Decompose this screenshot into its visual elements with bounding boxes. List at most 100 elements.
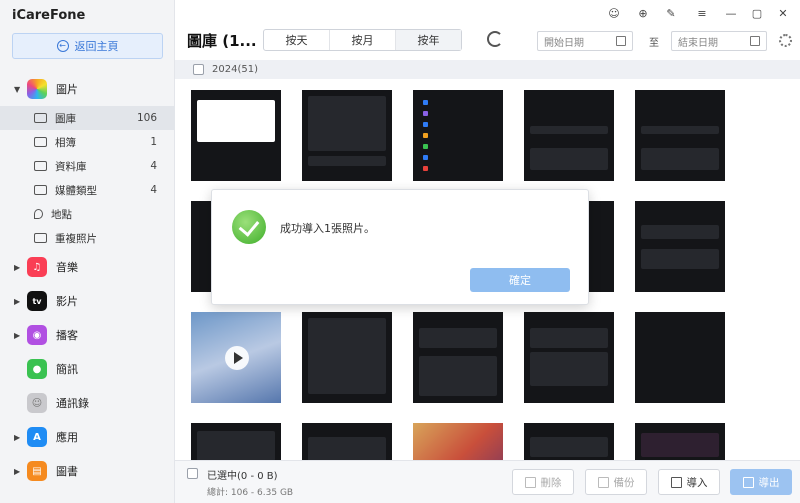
sidebar-item-messages[interactable]: ● 簡訊 xyxy=(0,352,175,386)
back-home-button[interactable]: ← 返回主頁 xyxy=(12,33,163,59)
sidebar-subitem-label: 重複照片 xyxy=(55,232,97,245)
sidebar-item-label: 通訊錄 xyxy=(56,397,89,410)
photo-thumbnail[interactable] xyxy=(524,312,614,403)
gear-icon[interactable] xyxy=(779,34,792,47)
app-title: iCareFone xyxy=(12,8,86,23)
start-date-input[interactable]: 開始日期 xyxy=(537,31,633,51)
backup-button[interactable]: 備份 xyxy=(585,469,647,495)
back-home-label: 返回主頁 xyxy=(74,40,119,53)
photo-thumbnail[interactable] xyxy=(635,90,725,181)
select-year-checkbox[interactable] xyxy=(193,64,204,75)
import-button[interactable]: 導入 xyxy=(658,469,720,495)
start-date-placeholder: 開始日期 xyxy=(544,37,584,49)
sidebar-item-label: 影片 xyxy=(56,295,78,308)
select-all-checkbox[interactable] xyxy=(187,468,198,479)
sidebar-item-books[interactable]: ▶ ▤ 圖書 xyxy=(0,454,175,488)
photo-thumbnail[interactable] xyxy=(635,201,725,292)
photo-thumbnail[interactable] xyxy=(413,90,503,181)
podcast-icon: ◉ xyxy=(27,325,47,345)
appstore-icon: A xyxy=(27,427,47,447)
view-segmented-control: 按天 按月 按年 xyxy=(263,29,462,51)
duplicate-icon xyxy=(34,233,47,243)
backup-label: 備份 xyxy=(613,476,635,489)
sidebar-item-apps[interactable]: ▶ A 應用 xyxy=(0,420,175,454)
photo-thumbnail[interactable] xyxy=(413,312,503,403)
photo-thumbnail[interactable] xyxy=(302,423,392,460)
books-icon: ▤ xyxy=(27,461,47,481)
sidebar-item-label: 簡訊 xyxy=(56,363,78,376)
success-check-icon xyxy=(232,210,266,244)
import-icon xyxy=(670,476,682,488)
music-icon: ♫ xyxy=(27,257,47,277)
photo-thumbnail[interactable] xyxy=(635,423,725,460)
photo-thumbnail[interactable] xyxy=(524,423,614,460)
sidebar-subitem-label: 地點 xyxy=(51,208,72,221)
footer-bar: 已選中(0 - 0 B) 總計: 106 - 6.35 GB 刪除 備份 導入 … xyxy=(175,460,800,503)
photo-thumbnail[interactable] xyxy=(302,312,392,403)
sidebar-item-podcast[interactable]: ▶ ◉ 播客 xyxy=(0,318,175,352)
delete-button[interactable]: 刪除 xyxy=(512,469,574,495)
dialog-message: 成功導入1張照片。 xyxy=(280,222,375,235)
export-button[interactable]: 導出 xyxy=(730,469,792,495)
photo-thumbnail[interactable] xyxy=(413,423,503,460)
refresh-icon[interactable] xyxy=(487,31,503,47)
sidebar-subitem-gallery[interactable]: 圖庫 106 xyxy=(0,106,175,130)
confirm-button[interactable]: 確定 xyxy=(470,268,570,292)
tab-by-day[interactable]: 按天 xyxy=(264,30,330,50)
caret-right-icon[interactable]: ▶ xyxy=(14,263,24,272)
year-group-label: 2024(51) xyxy=(212,64,258,75)
tv-icon: tv xyxy=(27,291,47,311)
sidebar-subitem-label: 相簿 xyxy=(55,136,76,149)
caret-down-icon[interactable]: ▼ xyxy=(14,85,24,94)
tab-by-year[interactable]: 按年 xyxy=(396,30,461,50)
sidebar-item-video[interactable]: ▶ tv 影片 xyxy=(0,284,175,318)
caret-right-icon[interactable]: ▶ xyxy=(14,331,24,340)
contacts-icon: ☺ xyxy=(27,393,47,413)
sidebar-subitem-label: 資料庫 xyxy=(55,160,87,173)
sidebar-item-contacts[interactable]: ☺ 通訊錄 xyxy=(0,386,175,420)
sidebar-item-label: 圖片 xyxy=(56,83,78,96)
sidebar-subitem-media-type[interactable]: 媒體類型 4 xyxy=(0,178,175,202)
sidebar-subitem-label: 媒體類型 xyxy=(55,184,97,197)
video-thumbnail[interactable] xyxy=(191,312,281,403)
selection-summary: 已選中(0 - 0 B) xyxy=(207,471,278,482)
sidebar-item-label: 應用 xyxy=(56,431,78,444)
sidebar-nav: ▼ 圖片 圖庫 106 相簿 1 資料庫 4 媒體類型 4 地點 重複照片 ▶ … xyxy=(0,72,175,488)
play-icon[interactable] xyxy=(225,346,249,370)
sidebar-item-photos[interactable]: ▼ 圖片 xyxy=(0,72,175,106)
sidebar-item-music[interactable]: ▶ ♫ 音樂 xyxy=(0,250,175,284)
photo-thumbnail[interactable] xyxy=(635,312,725,403)
success-dialog: 成功導入1張照片。 確定 xyxy=(211,189,589,305)
end-date-placeholder: 結束日期 xyxy=(678,37,718,49)
photos-icon xyxy=(27,79,47,99)
save-icon xyxy=(597,476,609,488)
sidebar-subitem-label: 圖庫 xyxy=(55,112,76,125)
caret-right-icon[interactable]: ▶ xyxy=(14,467,24,476)
date-range-separator: 至 xyxy=(649,38,659,49)
media-type-icon xyxy=(34,185,47,195)
gallery-icon xyxy=(34,113,47,123)
sidebar-subitem-duplicate[interactable]: 重複照片 xyxy=(0,226,175,250)
caret-right-icon[interactable]: ▶ xyxy=(14,433,24,442)
caret-right-icon[interactable]: ▶ xyxy=(14,297,24,306)
messages-icon: ● xyxy=(27,359,47,379)
export-icon xyxy=(742,476,754,488)
calendar-icon[interactable] xyxy=(750,36,760,46)
location-icon xyxy=(34,209,43,219)
total-summary: 總計: 106 - 6.35 GB xyxy=(207,488,294,498)
sidebar-subitem-album[interactable]: 相簿 1 xyxy=(0,130,175,154)
photo-thumbnail[interactable] xyxy=(302,90,392,181)
tab-by-month[interactable]: 按月 xyxy=(330,30,396,50)
year-group-header: 2024(51) xyxy=(175,60,800,79)
photo-thumbnail[interactable] xyxy=(191,90,281,181)
sidebar-subitem-location[interactable]: 地點 xyxy=(0,202,175,226)
calendar-icon[interactable] xyxy=(616,36,626,46)
photo-thumbnail[interactable] xyxy=(524,90,614,181)
photo-thumbnail[interactable] xyxy=(191,423,281,460)
sidebar-subitem-count: 106 xyxy=(136,112,157,124)
export-label: 導出 xyxy=(758,476,780,489)
sidebar-subitem-library[interactable]: 資料庫 4 xyxy=(0,154,175,178)
sidebar-subitem-count: 4 xyxy=(150,184,157,196)
end-date-input[interactable]: 結束日期 xyxy=(671,31,767,51)
back-arrow-icon: ← xyxy=(56,40,69,52)
